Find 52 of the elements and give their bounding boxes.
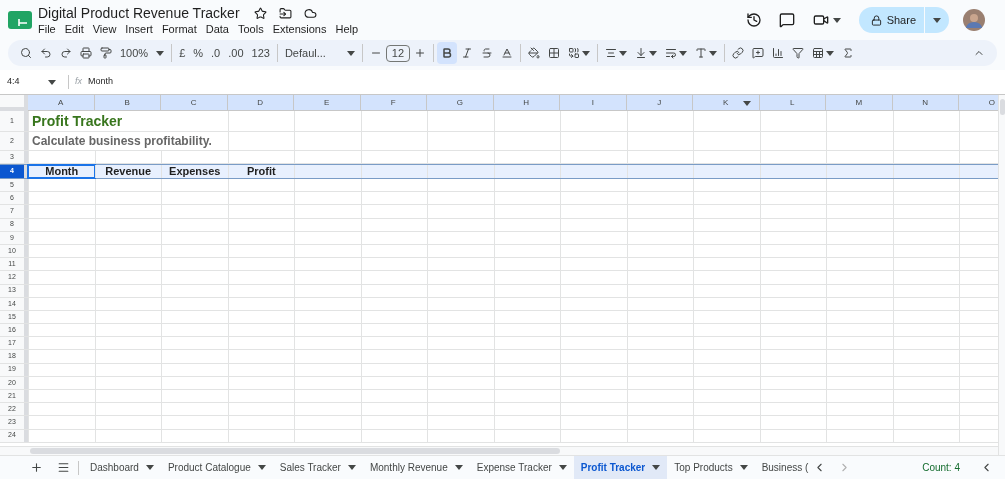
column-header[interactable]: G — [427, 95, 494, 111]
sheet-tab[interactable]: Business ( — [754, 456, 816, 479]
sheet-title: Profit Tracker — [31, 111, 123, 131]
sheet-tab[interactable]: Sales Tracker — [272, 456, 363, 479]
column-header[interactable]: D — [227, 95, 294, 111]
column-header[interactable]: N — [892, 95, 959, 111]
sheet-tab[interactable]: Monthly Revenue — [362, 456, 470, 479]
table-header-cell-text: Profit — [245, 164, 277, 180]
count-summary[interactable]: Count: 4 — [922, 460, 960, 475]
sheet-tab[interactable]: Top Products — [667, 456, 755, 479]
currency-button[interactable]: £ — [175, 42, 190, 64]
table-header-cell-text: Revenue — [104, 164, 153, 180]
column-header[interactable]: K — [693, 95, 760, 111]
column-header[interactable]: A — [28, 95, 95, 111]
column-header[interactable]: I — [560, 95, 627, 111]
increase-decimal-button[interactable]: .00 — [224, 42, 248, 64]
column-header[interactable]: L — [759, 95, 826, 111]
table-header-cell-text: Month — [44, 164, 80, 180]
zoom-select[interactable]: 100% — [116, 42, 169, 64]
document-title[interactable]: Digital Product Revenue Tracker — [38, 4, 240, 22]
column-header[interactable]: O — [959, 95, 998, 111]
column-header[interactable]: C — [161, 95, 228, 111]
menu-item[interactable]: Tools — [237, 22, 264, 36]
menu-item[interactable]: View — [92, 22, 117, 36]
share-button[interactable]: Share — [858, 7, 949, 33]
column-header[interactable]: F — [360, 95, 427, 111]
menu-item[interactable]: Help — [335, 22, 359, 36]
menu-item[interactable]: Insert — [125, 22, 153, 36]
table-header-cell-text: Expenses — [168, 164, 222, 180]
fx-label: fx — [75, 75, 82, 89]
sheet-tab[interactable]: Profit Tracker — [573, 456, 668, 479]
column-header[interactable]: B — [94, 95, 161, 111]
menu-item[interactable]: Edit — [64, 22, 84, 36]
number-format-button[interactable]: 123 — [247, 42, 274, 64]
font-select[interactable]: Defaul... — [280, 42, 359, 64]
menu-item[interactable]: Extensions — [272, 22, 327, 36]
formula-field[interactable]: Month — [88, 75, 1005, 89]
sheet-subtitle: Calculate business profitability. — [31, 133, 212, 150]
menu-item[interactable]: Format — [161, 22, 197, 36]
decrease-decimal-button[interactable]: .0 — [207, 42, 225, 64]
menu-item[interactable]: Data — [205, 22, 229, 36]
menu-item[interactable]: File — [38, 22, 56, 36]
name-box[interactable]: 4:4 — [0, 75, 62, 89]
column-header[interactable]: E — [294, 95, 361, 111]
font-size-field[interactable]: 12 — [385, 44, 410, 62]
sheet-tab[interactable]: Expense Tracker — [469, 456, 574, 479]
column-header[interactable]: J — [626, 95, 693, 111]
column-header[interactable]: H — [493, 95, 560, 111]
sheet-tab[interactable]: Dashboard — [83, 456, 161, 479]
column-header[interactable]: M — [826, 95, 893, 111]
percent-button[interactable]: % — [189, 42, 208, 64]
sheet-tab[interactable]: Product Catalogue — [160, 456, 273, 479]
